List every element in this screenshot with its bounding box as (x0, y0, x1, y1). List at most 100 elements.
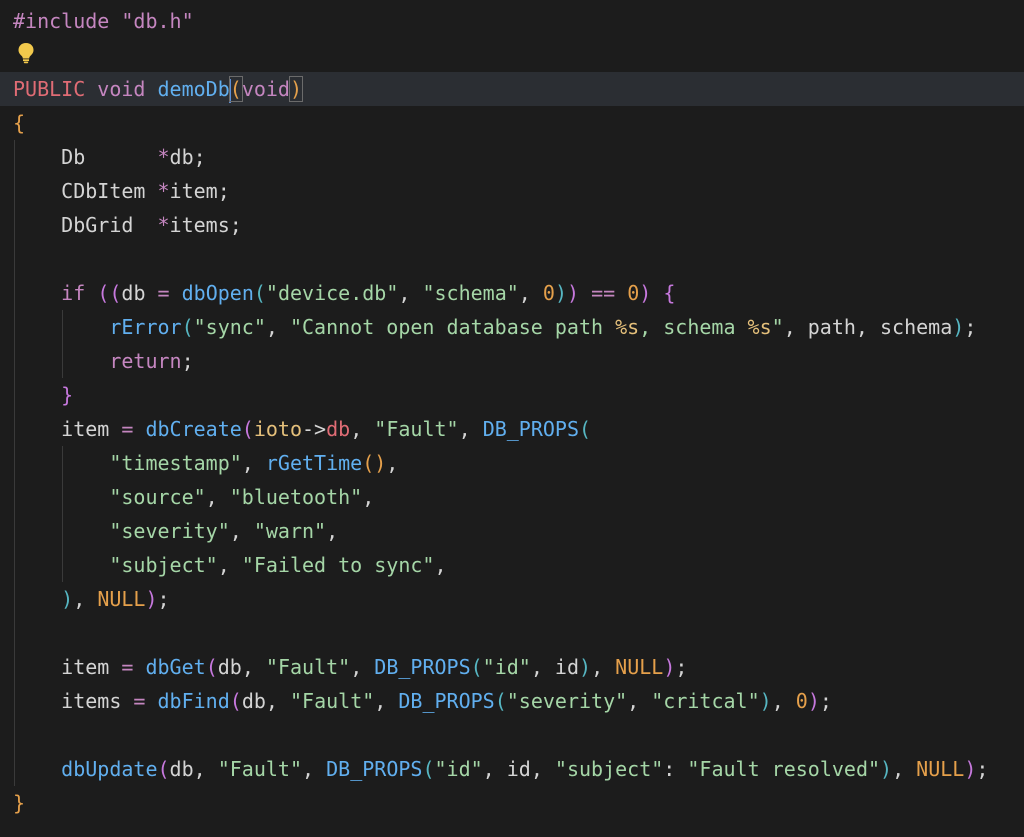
code-line[interactable]: { (0, 106, 1024, 140)
code-line[interactable]: item = dbCreate(ioto->db, "Fault", DB_PR… (0, 412, 1024, 446)
code-line[interactable]: items = dbFind(db, "Fault", DB_PROPS("se… (0, 684, 1024, 718)
code-line[interactable] (0, 718, 1024, 752)
code-token: ) (579, 655, 592, 679)
code-line[interactable]: Db *db; (0, 140, 1024, 174)
code-token: ) (880, 757, 893, 781)
code-line[interactable] (0, 616, 1024, 650)
code-token: , (771, 689, 796, 713)
code-token: ( (470, 655, 483, 679)
code-token: dbCreate (145, 417, 242, 441)
code-token: } (61, 383, 74, 407)
code-token: db (326, 417, 351, 441)
code-token: NULL (916, 757, 965, 781)
code-token: } (13, 791, 26, 815)
code-token: , (398, 281, 423, 305)
code-token: = (121, 417, 134, 441)
code-token: DB_PROPS (374, 655, 471, 679)
code-token: dbOpen (181, 281, 254, 305)
code-token: , (591, 655, 616, 679)
code-token: "subject" (554, 757, 664, 781)
code-editor[interactable]: #include "db.h" PUBLIC void demoDb(void) {… (0, 0, 1024, 837)
code-line[interactable]: #include "db.h" (0, 4, 1024, 38)
code-token: , (217, 553, 242, 577)
code-token: : (663, 757, 688, 781)
code-line[interactable]: "subject", "Failed to sync", (0, 548, 1024, 582)
code-token: , (326, 519, 339, 543)
code-token: ( (422, 757, 435, 781)
code-line[interactable]: rError("sync", "Cannot open database pat… (0, 310, 1024, 344)
code-token: , (302, 757, 327, 781)
code-token: "sync" (193, 315, 266, 339)
code-line-current[interactable]: PUBLIC void demoDb(void) (0, 72, 1024, 106)
code-line[interactable]: return; (0, 344, 1024, 378)
code-line[interactable]: if ((db = dbOpen("device.db", "schema", … (0, 276, 1024, 310)
code-token: items; (169, 213, 242, 237)
code-token: * (157, 145, 170, 169)
code-token: db (121, 281, 158, 305)
code-token: ( (241, 417, 254, 441)
code-token: items (13, 689, 134, 713)
code-token: db, (217, 655, 266, 679)
code-token: "Fault" (289, 689, 375, 713)
code-token: "device.db" (265, 281, 399, 305)
code-token: ) (554, 281, 567, 305)
code-token: "critcal" (651, 689, 760, 713)
code-token: { (13, 111, 26, 135)
code-token: NULL (615, 655, 664, 679)
code-line[interactable]: "timestamp", rGetTime(), (0, 446, 1024, 480)
code-token: ; (181, 349, 194, 373)
code-line[interactable]: DbGrid *items; (0, 208, 1024, 242)
code-token: CDbItem (13, 179, 158, 203)
code-token: "Fault" (217, 757, 303, 781)
code-token: " (771, 315, 784, 339)
code-line[interactable]: dbUpdate(db, "Fault", DB_PROPS("id", id,… (0, 752, 1024, 786)
code-token: dbFind (157, 689, 230, 713)
code-token: ) (61, 587, 74, 611)
code-token: 0 (542, 281, 555, 305)
code-token: ( (494, 689, 507, 713)
code-line[interactable]: "source", "bluetooth", (0, 480, 1024, 514)
code-token: , (229, 519, 254, 543)
code-line[interactable]: item = dbGet(db, "Fault", DB_PROPS("id",… (0, 650, 1024, 684)
code-line[interactable]: } (0, 378, 1024, 412)
code-token: "source" (109, 485, 206, 509)
code-token: ( (205, 655, 218, 679)
code-token: ( (229, 689, 242, 713)
code-line[interactable]: CDbItem *item; (0, 174, 1024, 208)
code-token: demoDb (157, 77, 230, 101)
code-token: dbGet (145, 655, 206, 679)
code-token: , (458, 417, 483, 441)
code-token: 0 (795, 689, 808, 713)
code-token: "subject" (109, 553, 218, 577)
code-token: PUBLIC (13, 77, 86, 101)
code-token: if (61, 281, 86, 305)
code-token: db, (241, 689, 290, 713)
code-token: ( (228, 76, 243, 102)
code-token: == (591, 281, 616, 305)
code-token: ) (759, 689, 772, 713)
code-token: item; (169, 179, 230, 203)
code-token: ; (157, 587, 170, 611)
code-token: dbUpdate (61, 757, 158, 781)
code-token: ) (952, 315, 965, 339)
code-line[interactable]: } (0, 786, 1024, 820)
code-token: ; (675, 655, 688, 679)
lightbulb-icon[interactable] (16, 42, 36, 64)
code-line[interactable] (0, 242, 1024, 276)
code-line[interactable]: ), NULL); (0, 582, 1024, 616)
code-token: DB_PROPS (482, 417, 580, 441)
code-line[interactable] (0, 38, 1024, 72)
code-token: db, (169, 757, 218, 781)
code-token: , (362, 485, 375, 509)
code-token: , id, (482, 757, 555, 781)
code-token: ioto (253, 417, 303, 441)
code-token: ) (639, 281, 652, 305)
code-token: "timestamp" (109, 451, 242, 475)
code-line[interactable]: "severity", "warn", (0, 514, 1024, 548)
